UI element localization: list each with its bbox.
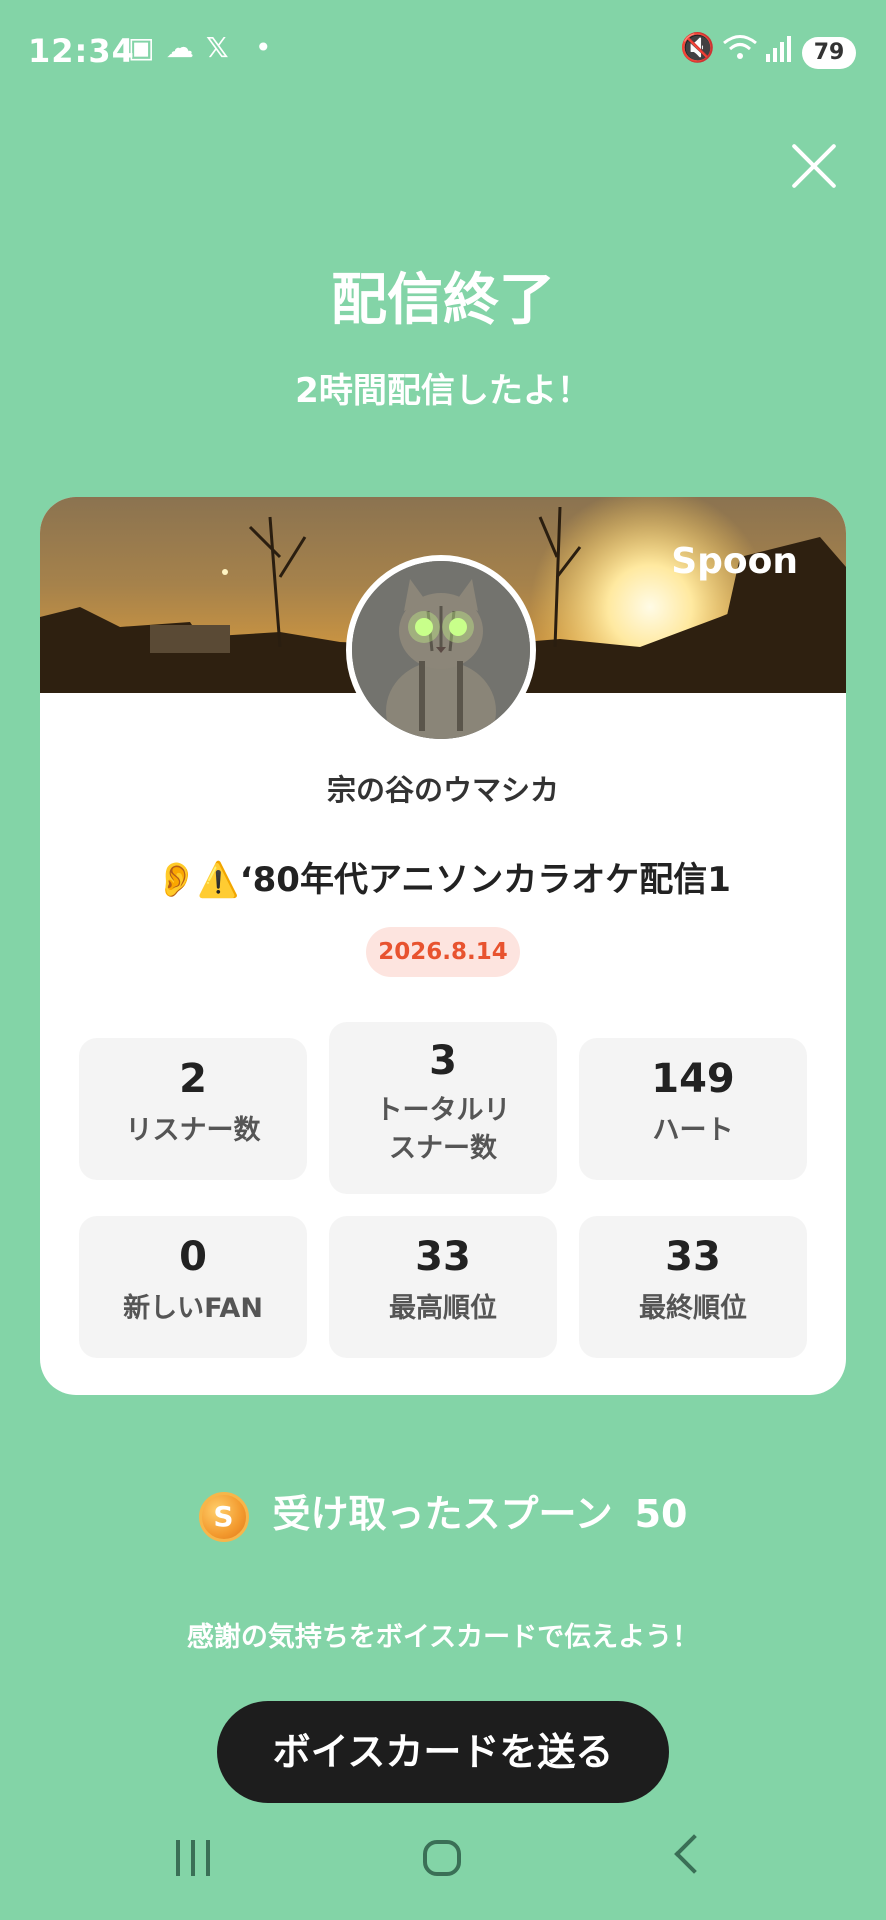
username: 宗の谷のウマシカ (326, 773, 559, 807)
stat-final-rank: 33 最終順位 (579, 1216, 807, 1358)
received-spoons: S 受け取ったスプーン 50 (0, 1483, 886, 1542)
cloud-icon: ☁ (166, 31, 194, 64)
received-spoons-value: 50 (634, 1492, 688, 1536)
stat-value: 0 (179, 1234, 207, 1280)
stat-label: ハート (652, 1115, 734, 1146)
stat-label: トータルリスナー数 (375, 1095, 511, 1164)
stat-label: 最終順位 (639, 1293, 747, 1324)
send-voice-card-button[interactable]: ボイスカードを送る (217, 1701, 669, 1803)
stat-label: 新しいFAN (123, 1293, 263, 1324)
stat-value: 33 (665, 1234, 721, 1280)
stat-new-fans: 0 新しいFAN (79, 1216, 307, 1358)
stat-value: 2 (179, 1056, 207, 1102)
stat-label: リスナー数 (125, 1115, 261, 1146)
stat-value: 33 (415, 1234, 471, 1280)
broadcast-summary-card: Spoon 宗の谷のウマシカ 👂⚠️‘80年代アニソンカラオケ配信1 2026.… (40, 497, 846, 1395)
avatar[interactable] (346, 555, 536, 745)
home-icon[interactable] (423, 1840, 461, 1876)
spoon-coin-icon: S (198, 1491, 249, 1542)
wifi-icon (722, 34, 758, 67)
thanks-message: 感謝の気持ちをボイスカードで伝えよう！ (186, 1622, 700, 1653)
stat-label: 最高順位 (389, 1293, 497, 1324)
spoon-logo: Spoon (671, 541, 798, 582)
recent-apps-icon[interactable] (176, 1840, 212, 1876)
x-icon: 𝕏 (206, 31, 229, 64)
stat-hearts: 149 ハート (579, 1038, 807, 1180)
status-time: 12:34 (28, 32, 135, 70)
stat-total-listeners: 3 トータルリスナー数 (329, 1022, 557, 1194)
screenshot-icon: ▣ (128, 31, 155, 64)
page-subtitle: 2時間配信したよ！ (295, 371, 591, 411)
battery-indicator: 79 (802, 37, 856, 69)
dot-icon: • (255, 31, 272, 64)
page-title: 配信終了 (331, 268, 555, 333)
date-badge: 2026.8.14 (366, 927, 520, 977)
signal-icon (764, 34, 792, 67)
stat-value: 3 (429, 1038, 457, 1084)
broadcast-title: 👂⚠️‘80年代アニソンカラオケ配信1 (155, 860, 731, 900)
navigation-bar (0, 1820, 886, 1910)
stat-value: 149 (651, 1056, 735, 1102)
mute-icon: 🔇 (680, 31, 715, 64)
stat-listeners: 2 リスナー数 (79, 1038, 307, 1180)
received-spoons-label: 受け取ったスプーン (272, 1492, 613, 1536)
back-icon[interactable] (674, 1834, 714, 1874)
close-icon[interactable] (788, 140, 840, 192)
stat-highest-rank: 33 最高順位 (329, 1216, 557, 1358)
status-bar: 12:34 ▣ ☁ 𝕏 • 🔇 79 (0, 0, 886, 104)
